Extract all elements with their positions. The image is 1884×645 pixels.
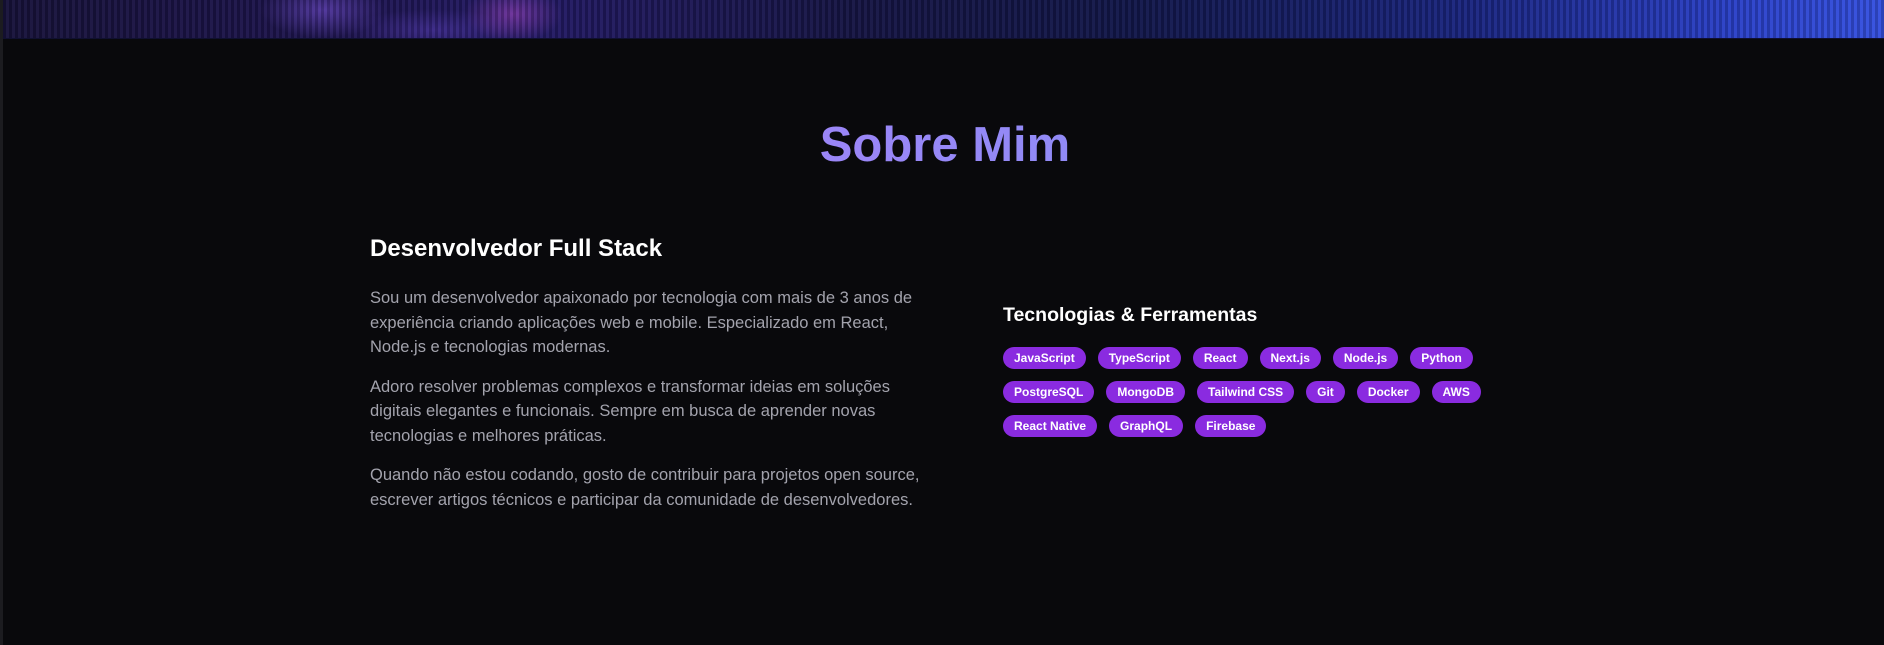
about-paragraph: Quando não estou codando, gosto de contr… [370, 466, 920, 509]
skill-tag-python: Python [1410, 347, 1473, 369]
skill-tag-react-native: React Native [1003, 415, 1098, 437]
skill-tag-mongodb: MongoDB [1106, 381, 1186, 403]
skill-tag-git: Git [1306, 381, 1345, 403]
skill-tag-docker: Docker [1356, 381, 1420, 403]
skills-column: Tecnologias & Ferramentas JavaScript Typ… [1003, 302, 1483, 437]
skill-tag-nextjs: Next.js [1259, 347, 1321, 369]
about-paragraph: Sou um desenvolvedor apaixonado por tecn… [370, 289, 913, 356]
skills-heading: Tecnologias & Ferramentas [1003, 304, 1258, 326]
skill-tag-graphql: GraphQL [1109, 415, 1184, 437]
section-title: Sobre Mim [0, 115, 1884, 175]
window-edge [0, 0, 3, 645]
about-text-column: Desenvolvedor Full Stack Sou um desenvol… [370, 234, 930, 527]
skill-tag-aws: AWS [1431, 381, 1481, 403]
skill-tag-react: React [1192, 347, 1248, 369]
hero-banner-bottom [3, 0, 1884, 39]
about-section: Sobre Mim Desenvolvedor Full Stack Sou u… [0, 0, 1884, 645]
skill-tag-tailwind-css: Tailwind CSS [1197, 381, 1295, 403]
skill-tag-javascript: JavaScript [1003, 347, 1086, 369]
skill-tag-nodejs: Node.js [1332, 347, 1399, 369]
skill-tag-firebase: Firebase [1195, 415, 1267, 437]
skill-tag-postgresql: PostgreSQL [1003, 381, 1095, 403]
role-heading: Desenvolvedor Full Stack [370, 235, 663, 262]
skills-tag-list: JavaScript TypeScript React Next.js Node… [1003, 347, 1483, 437]
about-paragraph: Adoro resolver problemas complexos e tra… [370, 377, 890, 445]
skill-tag-typescript: TypeScript [1097, 347, 1181, 369]
